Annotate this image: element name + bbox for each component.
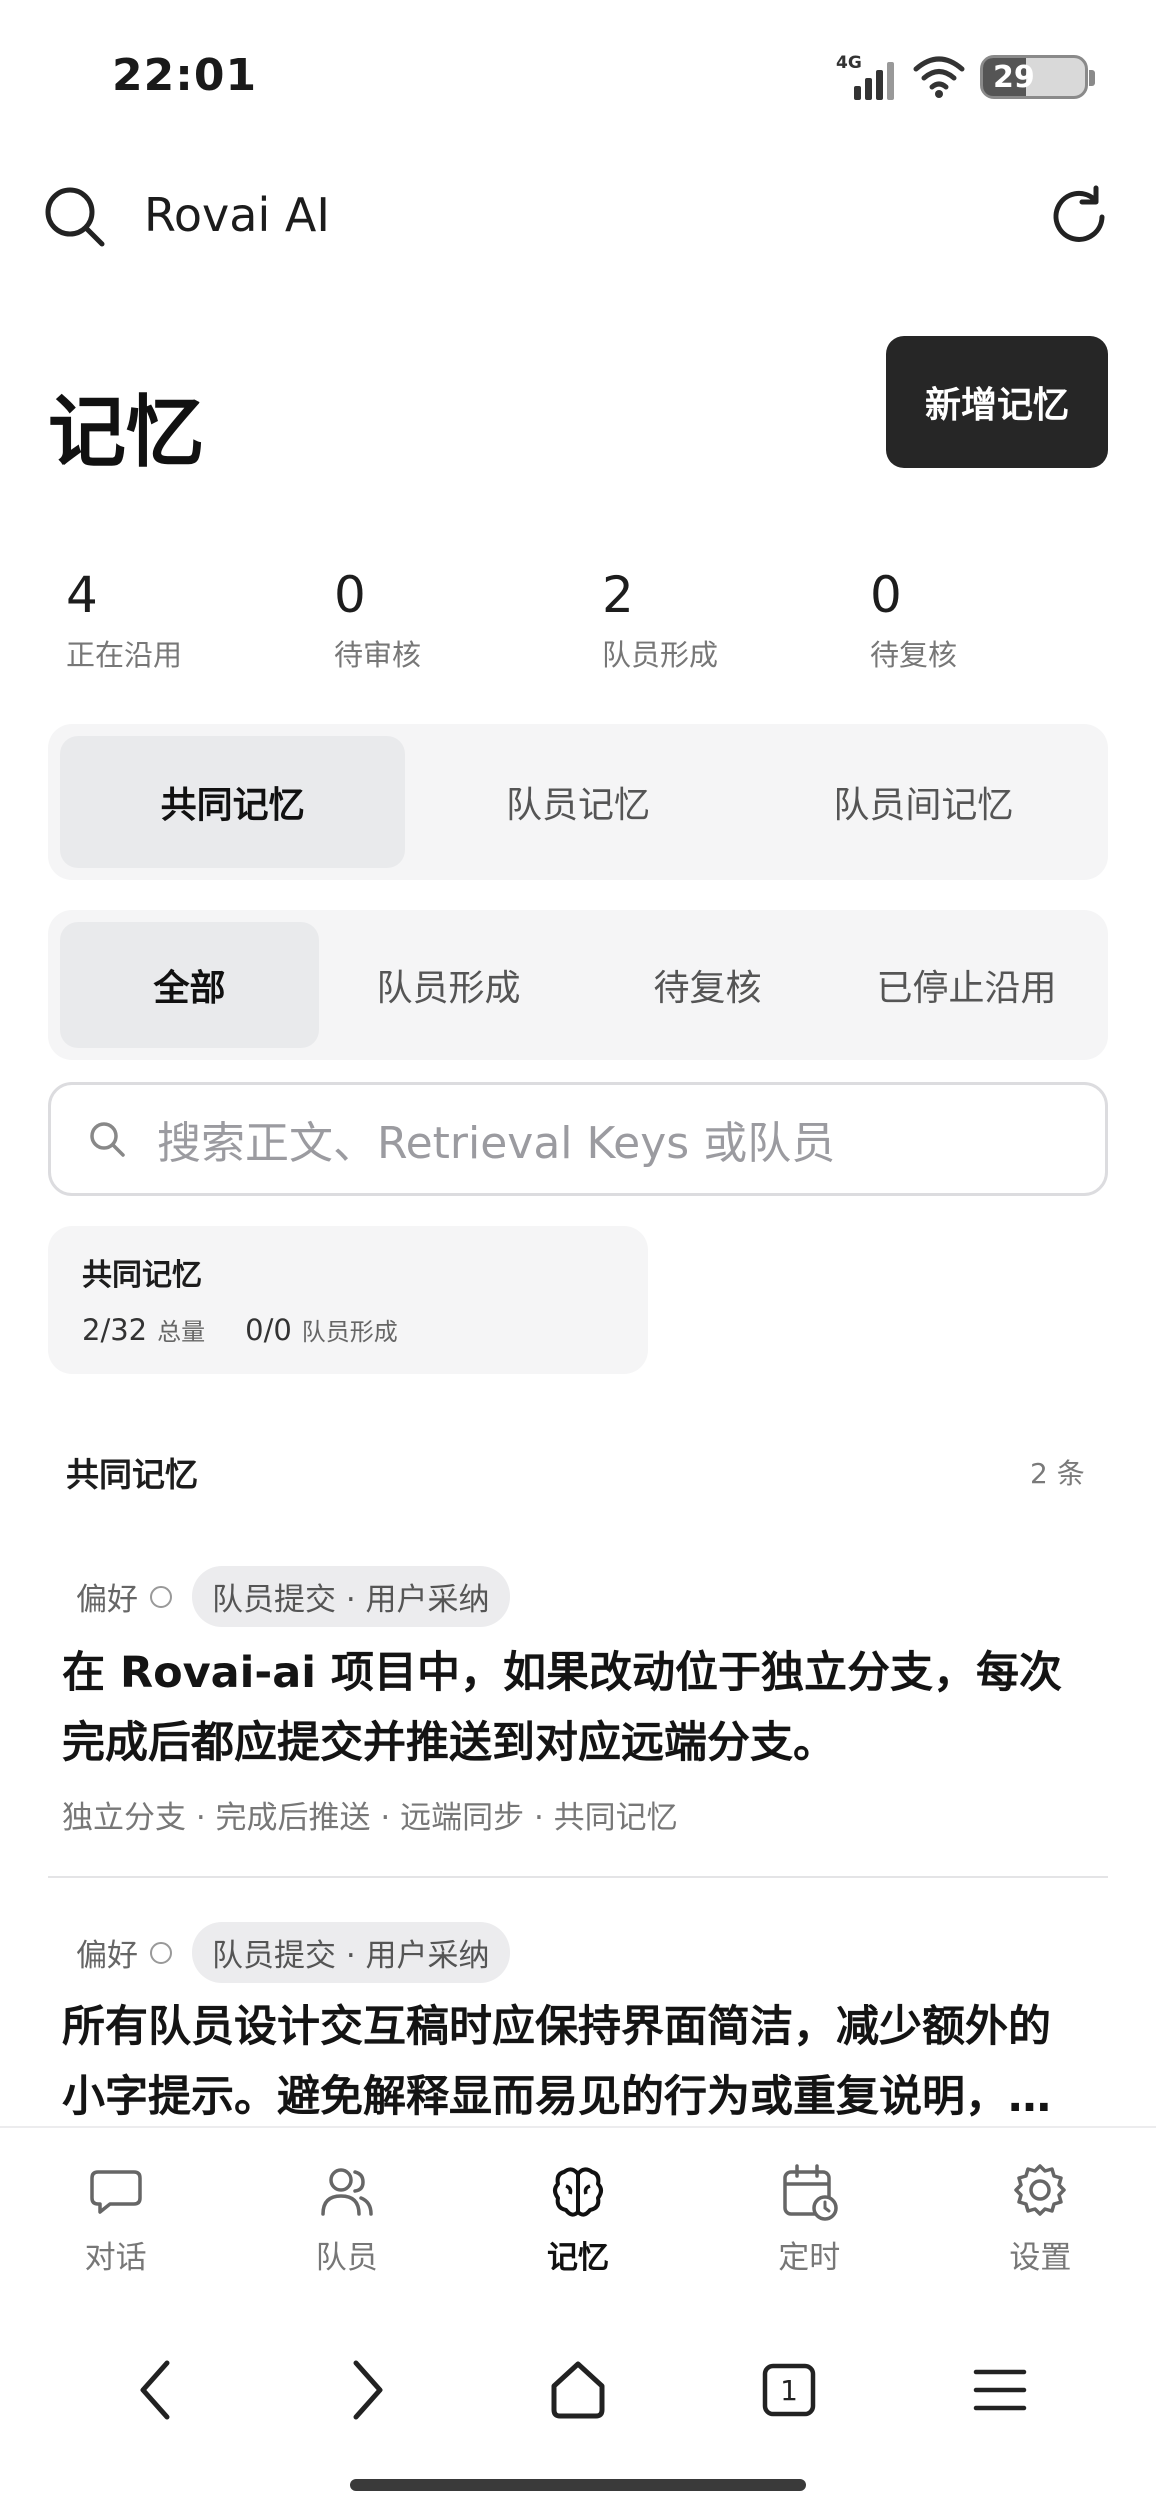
menu-button[interactable]	[960, 2350, 1040, 2430]
calendar-clock-icon	[783, 2164, 838, 2221]
stat-pending-review: 0 待审核	[334, 566, 421, 674]
stat-value: 0	[334, 566, 366, 624]
app-title: Rovai AI	[144, 188, 330, 242]
stat-label: 正在沿用	[66, 638, 183, 672]
section-count: 2 条	[1030, 1457, 1085, 1490]
battery-icon: 29	[980, 55, 1095, 99]
memory-type: 偏好	[76, 1938, 138, 1974]
nav-item-schedule[interactable]: 定时	[694, 2128, 925, 2300]
memory-source-badge: 队员提交 · 用户采纳	[192, 1566, 510, 1627]
tab-member-memory[interactable]: 队员记忆	[405, 736, 750, 868]
status-circle-icon	[150, 1941, 172, 1964]
people-icon	[321, 2168, 373, 2216]
section-title: 共同记忆	[66, 1455, 198, 1494]
stat-value: 2	[602, 566, 634, 624]
summary-card[interactable]: 共同记忆 2/32 总量 0/0 队员形成	[48, 1226, 648, 1374]
tab-shared-memory[interactable]: 共同记忆	[60, 736, 406, 868]
tabs-count: 1	[780, 2374, 798, 2407]
wifi-icon	[913, 56, 965, 98]
nav-item-memory[interactable]: 记忆	[462, 2128, 693, 2300]
memory-item-tags: 偏好 队员提交 · 用户采纳	[76, 1566, 510, 1627]
nav-label: 记忆	[547, 2240, 609, 2276]
status-circle-icon	[150, 1585, 172, 1608]
cellular-signal-icon: 4G	[836, 53, 894, 100]
battery-level: 29	[993, 59, 1035, 95]
bottom-nav: 对话 队员 记忆 定时 设置	[0, 2126, 1156, 2300]
nav-label: 设置	[1009, 2240, 1072, 2276]
filter-member-formed[interactable]: 队员形成	[319, 922, 578, 1048]
add-memory-button[interactable]: 新增记忆	[886, 336, 1108, 468]
stat-member-formed: 2 队员形成	[602, 566, 718, 674]
brain-icon	[553, 2167, 603, 2217]
memory-text-line: 所有队员设计交互稿时应保持界面简洁，减少额外的	[62, 2002, 1051, 2052]
summary-card-title: 共同记忆	[82, 1258, 202, 1293]
status-icons: 4G 29	[836, 52, 1095, 102]
nav-label: 定时	[778, 2240, 841, 2276]
nav-item-members[interactable]: 队员	[231, 2128, 462, 2300]
divider	[48, 1876, 1108, 1878]
search-placeholder: 搜索正文、Retrieval Keys 或队员	[157, 1118, 836, 1169]
filter-all[interactable]: 全部	[60, 922, 319, 1048]
memory-search-input[interactable]: 搜索正文、Retrieval Keys 或队员	[48, 1082, 1108, 1196]
status-time: 22:01	[112, 50, 258, 101]
memory-type: 偏好	[76, 1582, 138, 1618]
summary-total-label: 总量	[157, 1318, 206, 1346]
tab-inter-member-memory[interactable]: 队员间记忆	[751, 736, 1096, 868]
memory-text-line: 在 Rovai-ai 项目中，如果改动位于独立分支，每次	[62, 1648, 1062, 1698]
memory-item-keywords: 独立分支 · 完成后推送 · 远端同步 · 共同记忆	[62, 1800, 678, 1836]
filter-stopped[interactable]: 已停止沿用	[837, 922, 1096, 1048]
chat-bubble-icon	[89, 2170, 142, 2214]
nav-item-settings[interactable]: 设置	[925, 2128, 1156, 2300]
home-icon	[551, 2361, 605, 2419]
gear-icon	[1014, 2164, 1067, 2216]
page-title: 记忆	[48, 388, 205, 478]
chevron-right-icon	[353, 2360, 383, 2420]
network-type-label: 4G	[836, 53, 862, 73]
summary-total-value: 2/32	[82, 1313, 148, 1347]
memory-text-line: 完成后都应提交并推送到对应远端分支。	[62, 1718, 836, 1768]
filter-pending-recheck[interactable]: 待复核	[578, 922, 837, 1048]
tabs-icon: 1	[762, 2363, 816, 2417]
tabs-button[interactable]: 1	[749, 2350, 829, 2430]
search-icon[interactable]	[40, 182, 110, 252]
stat-pending-recheck: 0 待复核	[870, 566, 957, 674]
stat-value: 4	[66, 566, 98, 624]
memory-source-badge: 队员提交 · 用户采纳	[192, 1922, 510, 1983]
memory-item-tags: 偏好 队员提交 · 用户采纳	[76, 1922, 510, 1983]
home-indicator[interactable]	[350, 2479, 806, 2491]
forward-button[interactable]	[327, 2350, 407, 2430]
system-nav-bar: 1	[0, 2310, 1156, 2470]
memory-item-text[interactable]: 在 Rovai-ai 项目中，如果改动位于独立分支，每次 完成后都应提交并推送到…	[62, 1638, 1102, 1778]
filter-tabs: 全部 队员形成 待复核 已停止沿用	[48, 910, 1108, 1060]
memory-text-line: 小字提示。避免解释显而易见的行为或重复说明，…	[62, 2072, 1051, 2122]
nav-label: 队员	[315, 2240, 378, 2276]
stat-label: 待复核	[870, 638, 958, 672]
nav-item-chat[interactable]: 对话	[0, 2128, 231, 2300]
summary-formed-label: 队员形成	[301, 1318, 398, 1346]
home-button[interactable]	[538, 2350, 618, 2430]
summary-formed-value: 0/0	[245, 1313, 292, 1347]
back-button[interactable]	[116, 2350, 196, 2430]
stat-active: 4 正在沿用	[66, 566, 182, 674]
stat-value: 0	[870, 566, 902, 624]
stat-label: 待审核	[334, 638, 422, 672]
stat-label: 队员形成	[602, 638, 719, 672]
chevron-left-icon	[140, 2360, 170, 2420]
memory-item-text[interactable]: 所有队员设计交互稿时应保持界面简洁，减少额外的 小字提示。避免解释显而易见的行为…	[62, 1992, 1102, 2132]
menu-icon	[974, 2369, 1027, 2411]
scope-tabs: 共同记忆 队员记忆 队员间记忆	[48, 724, 1108, 880]
refresh-icon[interactable]	[1044, 182, 1114, 252]
nav-label: 对话	[84, 2240, 147, 2276]
search-icon	[90, 1122, 125, 1157]
